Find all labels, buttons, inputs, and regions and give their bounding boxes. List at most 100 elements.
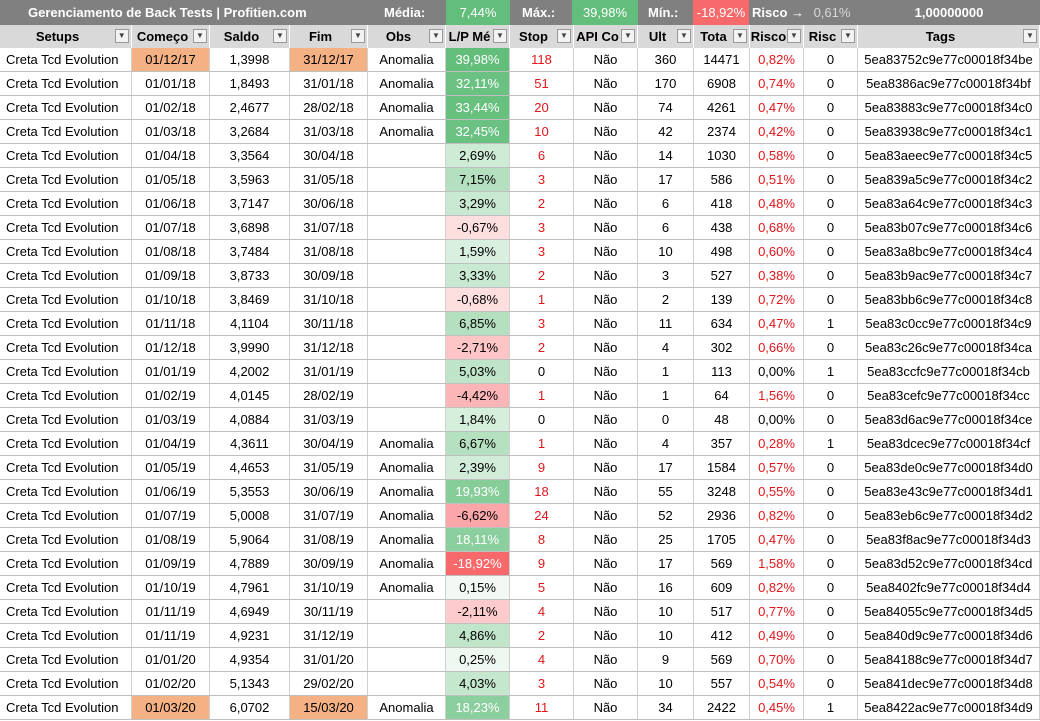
cell-obs[interactable]: Anomalia (368, 504, 446, 527)
cell-start[interactable]: 01/07/18 (132, 216, 210, 239)
cell-saldo[interactable]: 4,7961 (210, 576, 290, 599)
cell-risco[interactable]: 0,77% (750, 600, 804, 623)
cell-ult[interactable]: 17 (638, 456, 694, 479)
sort-filter-icon[interactable]: ▼ (193, 29, 207, 43)
cell-risco2[interactable]: 0 (804, 672, 858, 695)
cell-ult[interactable]: 6 (638, 192, 694, 215)
cell-tags[interactable]: 5ea83c0cc9e77c00018f34c9 (858, 312, 1040, 335)
cell-stop[interactable]: 4 (510, 600, 574, 623)
cell-api[interactable]: Não (574, 672, 638, 695)
cell-risco[interactable]: 0,72% (750, 288, 804, 311)
column-header-risco2[interactable]: Risc ▼ (804, 25, 858, 48)
cell-tags[interactable]: 5ea83eb6c9e77c00018f34d2 (858, 504, 1040, 527)
table-row[interactable]: Creta Tcd Evolution 01/03/20 6,0702 15/03/2… (0, 696, 1040, 720)
cell-saldo[interactable]: 4,1104 (210, 312, 290, 335)
dropdown-arrow-icon[interactable]: ▼ (351, 29, 365, 43)
column-header-saldo[interactable]: Saldo ▼ (210, 25, 290, 48)
cell-saldo[interactable]: 4,9231 (210, 624, 290, 647)
column-header-start[interactable]: Começo ▼ (132, 25, 210, 48)
cell-risco[interactable]: 0,60% (750, 240, 804, 263)
cell-tags[interactable]: 5ea83752c9e77c00018f34be (858, 48, 1040, 71)
cell-lp[interactable]: 32,45% (446, 120, 510, 143)
cell-saldo[interactable]: 1,8493 (210, 72, 290, 95)
dropdown-arrow-icon[interactable]: ▼ (557, 29, 571, 43)
cell-stop[interactable]: 5 (510, 576, 574, 599)
cell-tags[interactable]: 5ea83aeec9e77c00018f34c5 (858, 144, 1040, 167)
cell-risco2[interactable]: 0 (804, 264, 858, 287)
cell-tags[interactable]: 5ea83d52c9e77c00018f34cd (858, 552, 1040, 575)
table-row[interactable]: Creta Tcd Evolution 01/08/18 3,7484 31/08/1… (0, 240, 1040, 264)
cell-end[interactable]: 28/02/19 (290, 384, 368, 407)
table-row[interactable]: Creta Tcd Evolution 01/07/18 3,6898 31/07/1… (0, 216, 1040, 240)
cell-risco2[interactable]: 0 (804, 624, 858, 647)
cell-total[interactable]: 438 (694, 216, 750, 239)
cell-lp[interactable]: 19,93% (446, 480, 510, 503)
cell-risco[interactable]: 0,00% (750, 360, 804, 383)
cell-saldo[interactable]: 4,4653 (210, 456, 290, 479)
cell-tags[interactable]: 5ea8402fc9e77c00018f34d4 (858, 576, 1040, 599)
cell-stop[interactable]: 3 (510, 240, 574, 263)
cell-ult[interactable]: 11 (638, 312, 694, 335)
cell-risco[interactable]: 0,47% (750, 528, 804, 551)
min-value[interactable]: -18,92% (693, 0, 749, 25)
cell-start[interactable]: 01/09/18 (132, 264, 210, 287)
cell-setup[interactable]: Creta Tcd Evolution (0, 408, 132, 431)
cell-ult[interactable]: 170 (638, 72, 694, 95)
cell-obs[interactable]: Anomalia (368, 552, 446, 575)
cell-total[interactable]: 498 (694, 240, 750, 263)
cell-obs[interactable] (368, 144, 446, 167)
cell-saldo[interactable]: 4,0884 (210, 408, 290, 431)
table-row[interactable]: Creta Tcd Evolution 01/11/19 4,9231 31/12/1… (0, 624, 1040, 648)
cell-end[interactable]: 31/12/17 (290, 48, 368, 71)
cell-total[interactable]: 1030 (694, 144, 750, 167)
cell-total[interactable]: 3248 (694, 480, 750, 503)
cell-obs[interactable] (368, 600, 446, 623)
cell-tags[interactable]: 5ea83f8ac9e77c00018f34d3 (858, 528, 1040, 551)
cell-ult[interactable]: 0 (638, 408, 694, 431)
cell-stop[interactable]: 6 (510, 144, 574, 167)
cell-saldo[interactable]: 6,0702 (210, 696, 290, 719)
cell-ult[interactable]: 14 (638, 144, 694, 167)
cell-ult[interactable]: 3 (638, 264, 694, 287)
cell-risco2[interactable]: 1 (804, 696, 858, 719)
cell-stop[interactable]: 11 (510, 696, 574, 719)
table-row[interactable]: Creta Tcd Evolution 01/01/18 1,8493 31/01/1… (0, 72, 1040, 96)
cell-setup[interactable]: Creta Tcd Evolution (0, 48, 132, 71)
cell-start[interactable]: 01/11/19 (132, 600, 210, 623)
cell-end[interactable]: 30/11/18 (290, 312, 368, 335)
cell-ult[interactable]: 9 (638, 648, 694, 671)
cell-end[interactable]: 31/03/19 (290, 408, 368, 431)
cell-obs[interactable] (368, 408, 446, 431)
cell-risco[interactable]: 0,54% (750, 672, 804, 695)
dropdown-arrow-icon[interactable]: ▼ (787, 29, 801, 43)
cell-saldo[interactable]: 3,7147 (210, 192, 290, 215)
cell-total[interactable]: 1705 (694, 528, 750, 551)
cell-setup[interactable]: Creta Tcd Evolution (0, 600, 132, 623)
table-row[interactable]: Creta Tcd Evolution 01/12/17 1,3998 31/12/1… (0, 48, 1040, 72)
cell-setup[interactable]: Creta Tcd Evolution (0, 312, 132, 335)
cell-api[interactable]: Não (574, 648, 638, 671)
cell-lp[interactable]: -2,71% (446, 336, 510, 359)
cell-end[interactable]: 30/04/19 (290, 432, 368, 455)
cell-risco2[interactable]: 0 (804, 648, 858, 671)
cell-start[interactable]: 01/11/19 (132, 624, 210, 647)
cell-saldo[interactable]: 3,8733 (210, 264, 290, 287)
cell-api[interactable]: Não (574, 696, 638, 719)
cell-tags[interactable]: 5ea83c26c9e77c00018f34ca (858, 336, 1040, 359)
cell-api[interactable]: Não (574, 336, 638, 359)
table-row[interactable]: Creta Tcd Evolution 01/03/18 3,2684 31/03/1… (0, 120, 1040, 144)
table-row[interactable]: Creta Tcd Evolution 01/02/20 5,1343 29/02/2… (0, 672, 1040, 696)
cell-lp[interactable]: -0,68% (446, 288, 510, 311)
cell-tags[interactable]: 5ea84055c9e77c00018f34d5 (858, 600, 1040, 623)
cell-api[interactable]: Não (574, 48, 638, 71)
cell-start[interactable]: 01/10/18 (132, 288, 210, 311)
cell-lp[interactable]: 3,29% (446, 192, 510, 215)
column-header-end[interactable]: Fim ▼ (290, 25, 368, 48)
cell-total[interactable]: 527 (694, 264, 750, 287)
cell-obs[interactable]: Anomalia (368, 528, 446, 551)
table-row[interactable]: Creta Tcd Evolution 01/09/19 4,7889 30/09/1… (0, 552, 1040, 576)
cell-risco[interactable]: 0,74% (750, 72, 804, 95)
cell-tags[interactable]: 5ea83883c9e77c00018f34c0 (858, 96, 1040, 119)
cell-tags[interactable]: 5ea83938c9e77c00018f34c1 (858, 120, 1040, 143)
cell-lp[interactable]: 6,67% (446, 432, 510, 455)
